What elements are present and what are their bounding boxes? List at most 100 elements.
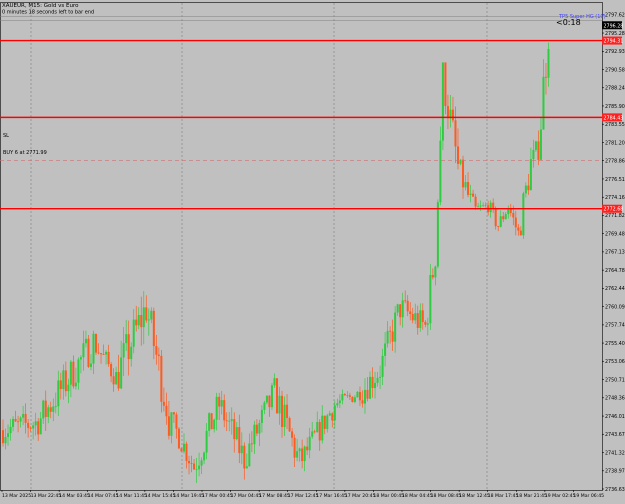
candle-body (44, 400, 47, 417)
candle-body (200, 460, 203, 466)
candle-body (245, 466, 248, 469)
candle-body (363, 389, 366, 404)
candle-body (74, 382, 77, 387)
candle-body (379, 376, 382, 378)
candle-body (1, 430, 5, 444)
time-tick-label: 17 Mar 00:45 (202, 493, 233, 499)
candle-body (265, 395, 268, 403)
candle-body (62, 370, 65, 390)
candle-body (167, 416, 170, 436)
candle-body (42, 400, 45, 419)
candle-body (195, 469, 198, 471)
candle-body (152, 310, 155, 347)
price-tick-label: 2783.55 (605, 122, 625, 128)
candle-body (492, 202, 495, 209)
candle-body (14, 418, 17, 422)
time-tick-label: 19 Mar 02:45 (545, 493, 576, 499)
candle-body (527, 185, 530, 191)
price-level-value: 2794.31 (604, 39, 624, 45)
time-tick-label: 13 Mar 22:45 (31, 493, 62, 499)
candle-body (451, 109, 454, 121)
candle-body (333, 405, 336, 421)
time-tick-label: 14 Mar 19:45 (173, 493, 204, 499)
candle-body (270, 385, 273, 408)
candle-body (218, 396, 221, 407)
chart-title: XAUEUR, M15: Gold vs Euro (2, 3, 79, 9)
price-tick-label: 2778.86 (605, 158, 625, 164)
candle-body (348, 395, 351, 397)
price-tick-label: 2743.67 (605, 432, 625, 438)
candle-body (374, 382, 377, 389)
candle-body (404, 300, 407, 302)
price-tick-label: 2795.28 (605, 31, 625, 37)
candle-body (273, 378, 276, 386)
candle-body (230, 419, 233, 421)
candle-body (140, 314, 143, 328)
candle-body (371, 376, 374, 389)
candle-body (67, 384, 70, 392)
candle-body (69, 361, 72, 385)
candle-body (366, 389, 369, 399)
candle-body (19, 417, 22, 422)
candle-body (17, 421, 20, 423)
candle-body (105, 351, 108, 355)
candle-body (248, 443, 251, 467)
chart-window[interactable]: 2794.31 2784.43 2772.68 2796.28 2797.62 2795… (0, 0, 625, 500)
candle-body (112, 376, 115, 385)
candle-body (258, 422, 261, 434)
price-tick-label: 2771.82 (605, 213, 625, 219)
time-tick-label: 18 Mar 04:45 (402, 493, 433, 499)
candle-body (177, 428, 180, 449)
candle-body (165, 405, 168, 417)
candle-body (384, 343, 387, 356)
price-chart[interactable]: 2794.31 2784.43 2772.68 2796.28 2797.62 2795… (0, 0, 625, 500)
candle-body (512, 212, 515, 218)
time-tick-label: 14 Mar 15:45 (145, 493, 176, 499)
candle-body (534, 141, 537, 150)
price-tick-label: 2767.13 (605, 250, 625, 256)
candle-body (9, 426, 12, 434)
candle-body (477, 206, 480, 208)
candle-body (489, 202, 492, 213)
candle-body (92, 333, 95, 364)
candle-body (225, 420, 228, 422)
candle-body (77, 359, 80, 383)
candle-body (446, 106, 449, 119)
candle-body (406, 300, 409, 312)
candle-body (117, 372, 120, 389)
candle-body (107, 351, 110, 365)
current-price-value: 2796.28 (604, 23, 624, 29)
candle-body (544, 76, 547, 78)
candle-body (147, 319, 150, 321)
candle-body (346, 395, 349, 397)
candle-body (203, 452, 206, 461)
price-tick-label: 2790.58 (605, 67, 625, 73)
candle-body (49, 407, 52, 412)
candle-body (343, 394, 346, 396)
candle-body (102, 354, 105, 356)
candle-body (529, 159, 532, 191)
candle-body (22, 413, 25, 418)
candle-body (522, 193, 525, 236)
candle-body (281, 395, 284, 427)
candle-body (308, 436, 311, 451)
candle-body (157, 354, 160, 356)
candle-body (84, 338, 87, 344)
candle-body (517, 227, 520, 231)
candle-body (441, 62, 444, 141)
price-level-value: 2772.68 (604, 207, 624, 213)
candle-body (472, 193, 475, 197)
price-tick-label: 2738.97 (605, 469, 625, 475)
candle-body (341, 394, 344, 401)
candle-body (321, 415, 324, 441)
candle-body (57, 380, 60, 407)
candle-body (193, 463, 196, 470)
candle-body (386, 330, 389, 344)
candle-body (416, 313, 419, 328)
candle-body (313, 431, 316, 433)
candle-body (215, 396, 218, 420)
price-tick-label: 2753.06 (605, 359, 625, 365)
candle-body (431, 275, 434, 278)
candle-body (288, 417, 291, 432)
candle-body (132, 319, 135, 347)
